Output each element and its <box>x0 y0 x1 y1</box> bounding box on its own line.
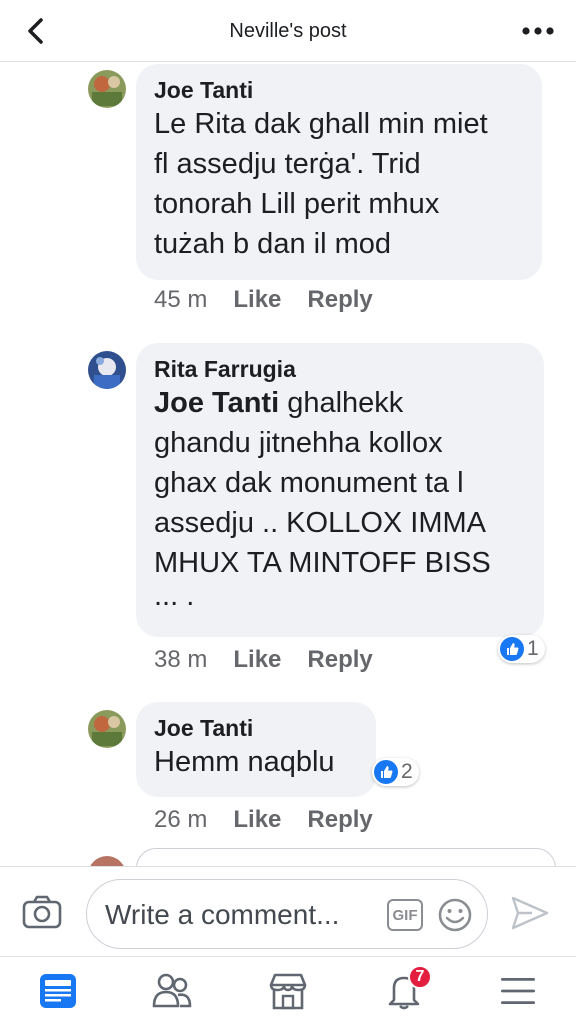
comment-author[interactable]: Rita Farrugia <box>154 355 526 383</box>
comment-text-fragment: ghalhekk <box>279 387 404 419</box>
reaction-summary[interactable]: 1 <box>498 635 545 663</box>
reaction-count: 2 <box>401 760 413 783</box>
camera-icon[interactable] <box>22 895 62 929</box>
like-button[interactable]: Like <box>233 286 281 314</box>
comment-text: Joe Tanti ghalhekk ghandu jitnehha kollo… <box>154 383 526 612</box>
like-button[interactable]: Like <box>233 646 281 674</box>
menu-hamburger-icon[interactable] <box>496 969 540 1013</box>
comment-text-line: ghax dak monument ta l <box>154 467 464 499</box>
comment-text-line: Joe Tanti ghalhekk <box>154 383 526 423</box>
comment-composer: GIF <box>0 866 576 956</box>
comment-text: Hemm naqblu <box>154 742 358 782</box>
comment-text-line: ... . <box>154 580 195 612</box>
notification-badge: 7 <box>408 965 432 989</box>
comment-input-box[interactable]: GIF <box>86 879 488 950</box>
bottom-nav: 7 <box>0 956 576 1024</box>
comment-bubble: Rita Farrugia Joe Tanti ghalhekk ghandu … <box>136 343 544 637</box>
thumbs-up-icon <box>500 637 524 661</box>
more-dots-icon[interactable] <box>518 14 558 48</box>
comment-text-line: fl assedju terġa'. Trid <box>154 148 421 180</box>
news-feed-icon[interactable] <box>36 969 80 1013</box>
comment-text-line: Le Rita dak ghall min miet <box>154 108 488 140</box>
page-title: Neville's post <box>229 20 347 42</box>
comment-bubble: Joe Tanti Le Rita dak ghall min miet fl … <box>136 64 542 280</box>
comment-text-line: Hemm naqblu <box>154 746 335 778</box>
notifications-bell-icon[interactable]: 7 <box>382 965 432 1013</box>
comment-text: Le Rita dak ghall min miet fl assedju te… <box>154 104 524 264</box>
comment-text-line: tużah b dan il mod <box>154 228 391 260</box>
like-button[interactable]: Like <box>233 806 281 834</box>
comment-author[interactable]: Joe Tanti <box>154 76 524 104</box>
comment-text-line: tonorah Lill perit mhux <box>154 188 440 220</box>
comment-meta: 26 m Like Reply <box>154 806 373 834</box>
reaction-summary[interactable]: 2 <box>372 758 419 786</box>
avatar[interactable] <box>88 710 126 748</box>
reply-button[interactable]: Reply <box>307 646 372 674</box>
reply-button[interactable]: Reply <box>307 286 372 314</box>
avatar[interactable] <box>88 351 126 389</box>
comment-bubble: Joe Tanti Hemm naqblu <box>136 702 376 797</box>
comment-time: 26 m <box>154 806 208 833</box>
comment-text-line: ghandu jitnehha kollox <box>154 427 443 459</box>
avatar[interactable] <box>88 70 126 108</box>
friends-icon[interactable] <box>150 969 194 1013</box>
reaction-count: 1 <box>527 637 539 660</box>
comment-meta: 38 m Like Reply <box>154 646 373 674</box>
send-icon[interactable] <box>510 895 550 931</box>
comment-text-line: assedju .. KOLLOX IMMA <box>154 507 487 539</box>
thumbs-up-icon <box>374 760 398 784</box>
comment-time: 38 m <box>154 646 208 673</box>
comment-author[interactable]: Joe Tanti <box>154 714 358 742</box>
gif-button[interactable]: GIF <box>387 899 423 931</box>
comment-input[interactable] <box>105 880 375 950</box>
comment-time: 45 m <box>154 286 208 313</box>
marketplace-icon[interactable] <box>266 969 310 1013</box>
comment-meta: 45 m Like Reply <box>154 286 373 314</box>
mention-link[interactable]: Joe Tanti <box>154 387 279 419</box>
reply-button[interactable]: Reply <box>307 806 372 834</box>
top-bar: Neville's post <box>0 0 576 62</box>
comment-text-line: MHUX TA MINTOFF BISS <box>154 547 491 579</box>
emoji-icon[interactable] <box>437 897 473 933</box>
